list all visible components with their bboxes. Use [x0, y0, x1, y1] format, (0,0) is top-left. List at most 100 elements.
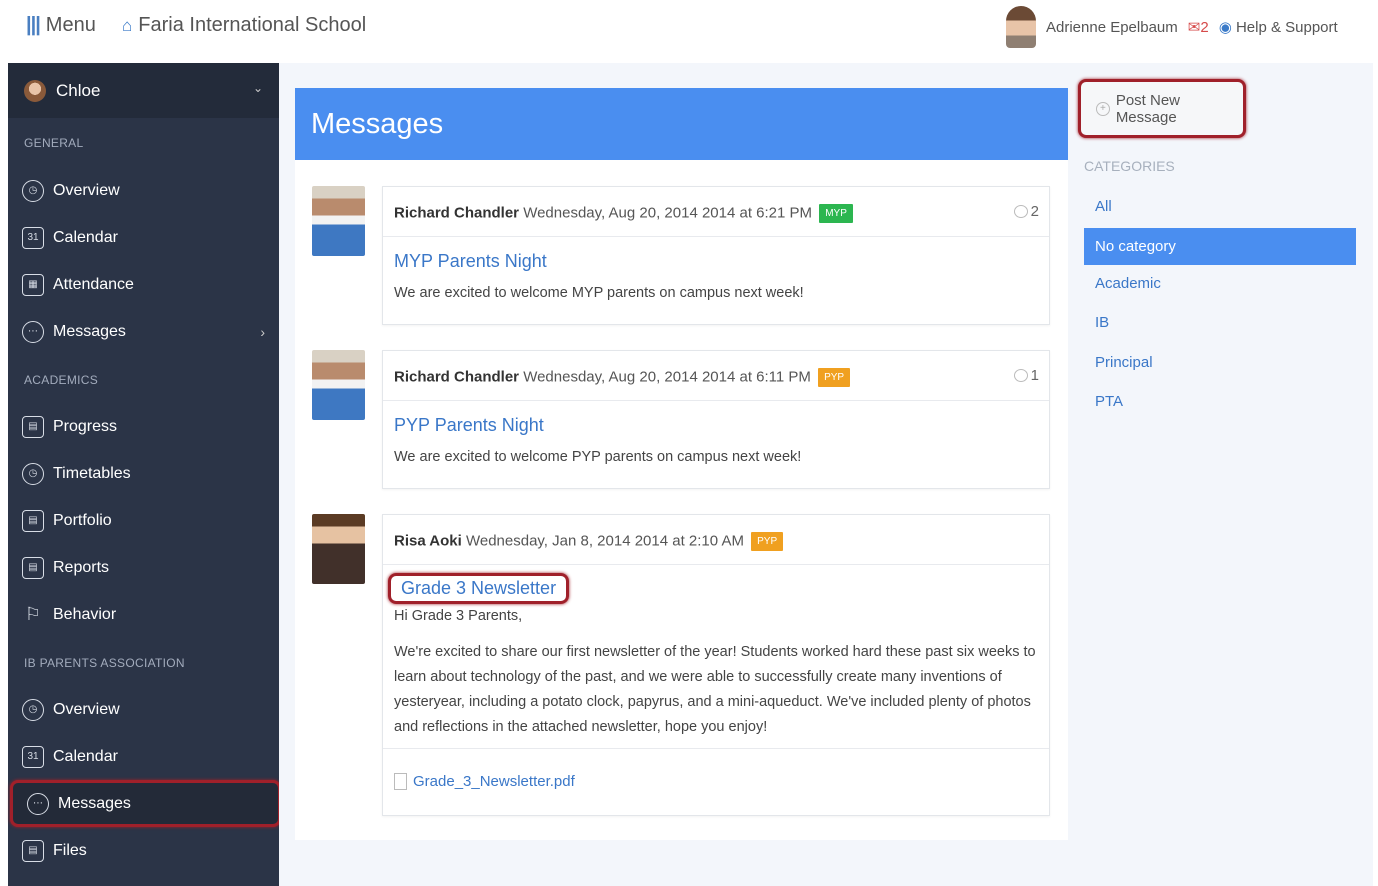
sidebar-item-label: Overview — [53, 700, 120, 718]
message-greeting: Hi Grade 3 Parents, — [394, 608, 523, 624]
help-link[interactable]: ◉ Help & Support — [1219, 18, 1338, 36]
mail-link[interactable]: ✉2 — [1188, 18, 1209, 36]
category-badge: PYP — [818, 368, 851, 387]
chevron-right-icon: › — [260, 323, 265, 340]
sidebar-item-ib-files[interactable]: ▤ Files — [8, 827, 279, 874]
attendance-icon: ▦ — [22, 273, 44, 296]
category-no-category[interactable]: No category — [1084, 227, 1356, 265]
pdf-file-icon — [394, 772, 407, 790]
sidebar-item-label: Timetables — [53, 464, 131, 482]
section-general: GENERAL — [24, 136, 84, 150]
messages-icon: ⋯ — [27, 792, 49, 815]
message-card: Richard Chandler Wednesday, Aug 20, 2014… — [382, 350, 1050, 489]
sidebar-item-attendance[interactable]: ▦ Attendance — [8, 261, 279, 308]
sidebar-item-ib-messages[interactable]: ⋯ Messages — [10, 780, 281, 827]
category-pta[interactable]: PTA — [1084, 383, 1356, 423]
message-body: We are excited to welcome MYP parents on… — [394, 285, 804, 301]
menu-button[interactable]: ||| Menu — [26, 14, 96, 37]
avatar[interactable] — [1006, 6, 1036, 48]
sidebar-user[interactable]: Chloe ⌄ — [8, 63, 279, 118]
message-meta: Richard Chandler Wednesday, Aug 20, 2014… — [383, 187, 1049, 237]
top-bar: ||| Menu ⌂ Faria International School Ad… — [0, 0, 1378, 54]
menu-label: Menu — [45, 14, 96, 36]
message-title-link[interactable]: MYP Parents Night — [383, 237, 1049, 272]
message-author[interactable]: Richard Chandler — [394, 368, 519, 385]
category-badge: MYP — [819, 204, 853, 223]
school-link[interactable]: ⌂ Faria International School — [122, 14, 366, 37]
comment-count-value: 1 — [1030, 367, 1039, 384]
user-area: Adrienne Epelbaum ✉2 ◉ Help & Support — [1006, 6, 1338, 48]
sidebar: Chloe ⌄ GENERAL ◷ Overview 31 Calendar ▦… — [8, 63, 281, 886]
sidebar-item-calendar[interactable]: 31 Calendar — [8, 214, 279, 261]
sidebar-item-behavior[interactable]: ⚐ Behavior — [8, 591, 279, 638]
sidebar-item-label: Portfolio — [53, 511, 112, 529]
message-title-link[interactable]: PYP Parents Night — [383, 401, 1049, 436]
comment-count-value: 2 — [1030, 203, 1039, 220]
avatar — [312, 514, 365, 584]
comment-count[interactable]: 1 — [1013, 367, 1039, 384]
category-academic[interactable]: Academic — [1084, 265, 1356, 305]
message-body: We are excited to welcome PYP parents on… — [394, 449, 802, 465]
message-card: Risa Aoki Wednesday, Jan 8, 2014 2014 at… — [382, 514, 1050, 816]
clock-icon: ◷ — [22, 179, 44, 202]
portfolio-icon: ▤ — [22, 509, 44, 532]
comment-icon — [1013, 369, 1028, 382]
message-body: We're excited to share our first newslet… — [394, 644, 1036, 735]
sidebar-item-timetables[interactable]: ◷ Timetables — [8, 450, 279, 497]
message-meta: Risa Aoki Wednesday, Jan 8, 2014 2014 at… — [383, 515, 1049, 565]
message-date: Wednesday, Aug 20, 2014 2014 at 6:21 PM — [523, 204, 813, 222]
message-author[interactable]: Risa Aoki — [394, 532, 462, 549]
calendar-icon: 31 — [22, 745, 44, 768]
sidebar-item-progress[interactable]: ▤ Progress — [8, 403, 279, 450]
message-date: Wednesday, Jan 8, 2014 2014 at 2:10 AM — [465, 532, 744, 550]
attachment-name: Grade_3_Newsletter.pdf — [413, 772, 575, 790]
category-ib[interactable]: IB — [1084, 304, 1356, 344]
sidebar-item-label: Behavior — [53, 605, 117, 623]
post-new-message-button[interactable]: + Post New Message — [1078, 79, 1246, 138]
sidebar-item-portfolio[interactable]: ▤ Portfolio — [8, 497, 279, 544]
menu-icon: ||| — [26, 14, 41, 36]
user-avatar-icon — [24, 79, 46, 102]
page-title: Messages — [295, 88, 1068, 160]
messages-panel: Messages Richard Chandler Wednesday, Aug… — [295, 88, 1068, 840]
sidebar-item-messages[interactable]: ⋯ Messages › — [8, 308, 279, 355]
mail-icon: ✉ — [1187, 19, 1201, 36]
category-badge: PYP — [751, 532, 784, 551]
sidebar-item-label: Progress — [53, 417, 118, 435]
flag-icon: ⚐ — [24, 604, 42, 624]
sidebar-item-overview[interactable]: ◷ Overview — [8, 167, 279, 214]
message-author[interactable]: Richard Chandler — [394, 204, 519, 221]
sidebar-item-label: Files — [53, 841, 87, 859]
category-principal[interactable]: Principal — [1084, 344, 1356, 384]
section-ib-parents: IB PARENTS ASSOCIATION — [24, 656, 185, 670]
message-title-link[interactable]: Grade 3 Newsletter — [388, 573, 570, 604]
sidebar-user-name: Chloe — [56, 80, 101, 100]
avatar — [312, 186, 365, 256]
chevron-down-icon: ⌄ — [252, 81, 263, 95]
sidebar-item-label: Calendar — [53, 228, 118, 246]
avatar — [312, 350, 365, 420]
messages-icon: ⋯ — [22, 320, 44, 343]
help-label: Help & Support — [1235, 19, 1338, 36]
user-name[interactable]: Adrienne Epelbaum — [1046, 19, 1178, 36]
calendar-icon: 31 — [22, 226, 44, 249]
progress-icon: ▤ — [22, 415, 44, 438]
message-meta: Richard Chandler Wednesday, Aug 20, 2014… — [383, 351, 1049, 401]
categories-heading: CATEGORIES — [1084, 158, 1175, 174]
attachment-link[interactable]: Grade_3_Newsletter.pdf — [383, 748, 1049, 798]
sidebar-item-label: Attendance — [53, 275, 134, 293]
sidebar-item-label: Overview — [53, 181, 120, 199]
home-icon: ⌂ — [122, 15, 133, 35]
category-all[interactable]: All — [1084, 188, 1356, 228]
clock-icon: ◷ — [22, 698, 44, 721]
comment-icon — [1013, 205, 1028, 218]
sidebar-item-ib-calendar[interactable]: 31 Calendar — [8, 733, 279, 780]
sidebar-item-label: Messages — [53, 322, 126, 340]
files-icon: ▤ — [22, 839, 44, 862]
category-list: All No category Academic IB Principal PT… — [1084, 188, 1356, 423]
sidebar-item-label: Messages — [58, 794, 131, 812]
comment-count[interactable]: 2 — [1013, 203, 1039, 220]
sidebar-item-ib-overview[interactable]: ◷ Overview — [8, 686, 279, 733]
sidebar-item-label: Calendar — [53, 747, 118, 765]
sidebar-item-reports[interactable]: ▤ Reports — [8, 544, 279, 591]
